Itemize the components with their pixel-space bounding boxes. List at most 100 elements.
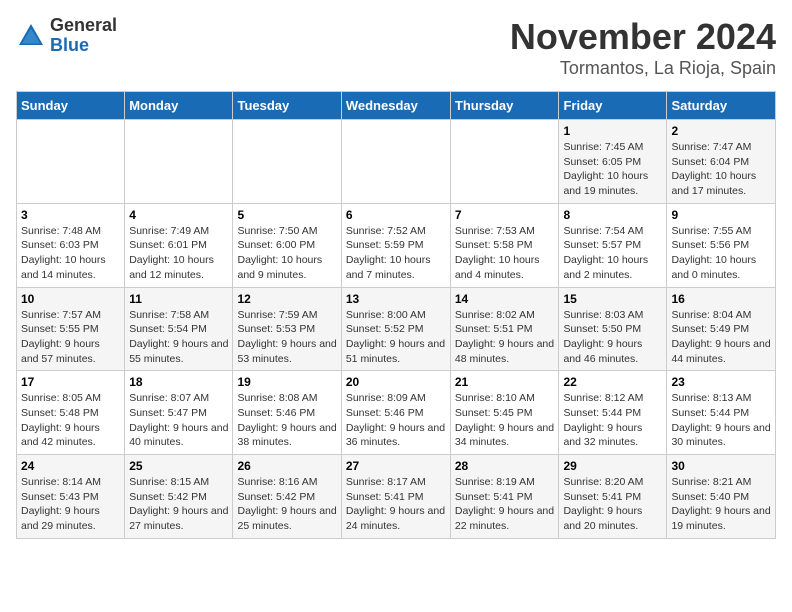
- calendar-cell: 11 Sunrise: 7:58 AM Sunset: 5:54 PM Dayli…: [125, 287, 233, 371]
- calendar-cell: 12 Sunrise: 7:59 AM Sunset: 5:53 PM Dayli…: [233, 287, 341, 371]
- day-info: Sunrise: 8:20 AM Sunset: 5:41 PM Dayligh…: [563, 475, 662, 534]
- calendar-cell: 4Sunrise: 7:49 AM Sunset: 6:01 PM Daylig…: [125, 203, 233, 287]
- calendar-cell: [17, 120, 125, 204]
- day-header-monday: Monday: [125, 92, 233, 120]
- day-info: Sunrise: 8:00 AM Sunset: 5:52 PM Dayligh…: [346, 308, 446, 367]
- day-info: Sunrise: 7:50 AM Sunset: 6:00 PM Dayligh…: [237, 224, 336, 283]
- calendar-cell: 8 Sunrise: 7:54 AM Sunset: 5:57 PM Daylig…: [559, 203, 667, 287]
- day-number: 3: [21, 208, 120, 222]
- calendar-cell: 13 Sunrise: 8:00 AM Sunset: 5:52 PM Dayli…: [341, 287, 450, 371]
- day-info: Sunrise: 7:55 AM Sunset: 5:56 PM Dayligh…: [671, 224, 771, 283]
- calendar-cell: 18 Sunrise: 8:07 AM Sunset: 5:47 PM Dayli…: [125, 371, 233, 455]
- day-number: 23: [671, 375, 771, 389]
- day-number: 11: [129, 292, 228, 306]
- calendar-cell: 7Sunrise: 7:53 AM Sunset: 5:58 PM Daylig…: [450, 203, 559, 287]
- day-number: 17: [21, 375, 120, 389]
- day-number: 24: [21, 459, 120, 473]
- day-number: 12: [237, 292, 336, 306]
- location-title: Tormantos, La Rioja, Spain: [510, 58, 776, 79]
- day-info: Sunrise: 8:09 AM Sunset: 5:46 PM Dayligh…: [346, 391, 446, 450]
- calendar-cell: 2Sunrise: 7:47 AM Sunset: 6:04 PM Daylig…: [667, 120, 776, 204]
- header: General Blue November 2024 Tormantos, La…: [16, 16, 776, 79]
- month-title: November 2024: [510, 16, 776, 58]
- calendar-cell: [233, 120, 341, 204]
- calendar-cell: 23 Sunrise: 8:13 AM Sunset: 5:44 PM Dayli…: [667, 371, 776, 455]
- day-header-friday: Friday: [559, 92, 667, 120]
- day-info: Sunrise: 8:12 AM Sunset: 5:44 PM Dayligh…: [563, 391, 662, 450]
- calendar-cell: [341, 120, 450, 204]
- calendar-cell: 10 Sunrise: 7:57 AM Sunset: 5:55 PM Dayli…: [17, 287, 125, 371]
- week-row-2: 3Sunrise: 7:48 AM Sunset: 6:03 PM Daylig…: [17, 203, 776, 287]
- day-number: 28: [455, 459, 555, 473]
- day-number: 13: [346, 292, 446, 306]
- day-number: 14: [455, 292, 555, 306]
- header-row: SundayMondayTuesdayWednesdayThursdayFrid…: [17, 92, 776, 120]
- day-info: Sunrise: 7:58 AM Sunset: 5:54 PM Dayligh…: [129, 308, 228, 367]
- day-info: Sunrise: 8:05 AM Sunset: 5:48 PM Dayligh…: [21, 391, 120, 450]
- calendar-cell: 28 Sunrise: 8:19 AM Sunset: 5:41 PM Dayli…: [450, 455, 559, 539]
- calendar-cell: 21 Sunrise: 8:10 AM Sunset: 5:45 PM Dayli…: [450, 371, 559, 455]
- calendar-table: SundayMondayTuesdayWednesdayThursdayFrid…: [16, 91, 776, 539]
- logo: General Blue: [16, 16, 117, 56]
- day-header-sunday: Sunday: [17, 92, 125, 120]
- day-info: Sunrise: 8:08 AM Sunset: 5:46 PM Dayligh…: [237, 391, 336, 450]
- day-number: 25: [129, 459, 228, 473]
- day-info: Sunrise: 8:14 AM Sunset: 5:43 PM Dayligh…: [21, 475, 120, 534]
- day-header-tuesday: Tuesday: [233, 92, 341, 120]
- day-number: 20: [346, 375, 446, 389]
- day-info: Sunrise: 8:03 AM Sunset: 5:50 PM Dayligh…: [563, 308, 662, 367]
- day-info: Sunrise: 8:10 AM Sunset: 5:45 PM Dayligh…: [455, 391, 555, 450]
- calendar-cell: 16Sunrise: 8:04 AM Sunset: 5:49 PM Dayli…: [667, 287, 776, 371]
- day-number: 21: [455, 375, 555, 389]
- calendar-cell: 30 Sunrise: 8:21 AM Sunset: 5:40 PM Dayli…: [667, 455, 776, 539]
- calendar-cell: 19Sunrise: 8:08 AM Sunset: 5:46 PM Dayli…: [233, 371, 341, 455]
- day-info: Sunrise: 8:02 AM Sunset: 5:51 PM Dayligh…: [455, 308, 555, 367]
- day-info: Sunrise: 7:54 AM Sunset: 5:57 PM Dayligh…: [563, 224, 662, 283]
- day-number: 2: [671, 124, 771, 138]
- day-info: Sunrise: 8:15 AM Sunset: 5:42 PM Dayligh…: [129, 475, 228, 534]
- calendar-cell: 3Sunrise: 7:48 AM Sunset: 6:03 PM Daylig…: [17, 203, 125, 287]
- week-row-3: 10 Sunrise: 7:57 AM Sunset: 5:55 PM Dayli…: [17, 287, 776, 371]
- day-number: 29: [563, 459, 662, 473]
- day-info: Sunrise: 7:59 AM Sunset: 5:53 PM Dayligh…: [237, 308, 336, 367]
- calendar-cell: 27 Sunrise: 8:17 AM Sunset: 5:41 PM Dayli…: [341, 455, 450, 539]
- calendar-cell: 29 Sunrise: 8:20 AM Sunset: 5:41 PM Dayli…: [559, 455, 667, 539]
- day-number: 1: [563, 124, 662, 138]
- calendar-cell: 25 Sunrise: 8:15 AM Sunset: 5:42 PM Dayli…: [125, 455, 233, 539]
- logo-icon: [16, 21, 46, 51]
- calendar-cell: [450, 120, 559, 204]
- day-info: Sunrise: 7:49 AM Sunset: 6:01 PM Dayligh…: [129, 224, 228, 283]
- calendar-cell: 14 Sunrise: 8:02 AM Sunset: 5:51 PM Dayli…: [450, 287, 559, 371]
- day-number: 30: [671, 459, 771, 473]
- calendar-cell: 24 Sunrise: 8:14 AM Sunset: 5:43 PM Dayli…: [17, 455, 125, 539]
- day-info: Sunrise: 7:52 AM Sunset: 5:59 PM Dayligh…: [346, 224, 446, 283]
- day-number: 18: [129, 375, 228, 389]
- day-info: Sunrise: 8:13 AM Sunset: 5:44 PM Dayligh…: [671, 391, 771, 450]
- day-number: 8: [563, 208, 662, 222]
- day-info: Sunrise: 8:07 AM Sunset: 5:47 PM Dayligh…: [129, 391, 228, 450]
- day-number: 15: [563, 292, 662, 306]
- day-info: Sunrise: 7:45 AM Sunset: 6:05 PM Dayligh…: [563, 140, 662, 199]
- day-info: Sunrise: 7:53 AM Sunset: 5:58 PM Dayligh…: [455, 224, 555, 283]
- day-info: Sunrise: 8:21 AM Sunset: 5:40 PM Dayligh…: [671, 475, 771, 534]
- day-number: 10: [21, 292, 120, 306]
- calendar-cell: [125, 120, 233, 204]
- day-number: 26: [237, 459, 336, 473]
- calendar-cell: 9 Sunrise: 7:55 AM Sunset: 5:56 PM Daylig…: [667, 203, 776, 287]
- day-number: 27: [346, 459, 446, 473]
- day-info: Sunrise: 8:16 AM Sunset: 5:42 PM Dayligh…: [237, 475, 336, 534]
- week-row-5: 24 Sunrise: 8:14 AM Sunset: 5:43 PM Dayli…: [17, 455, 776, 539]
- week-row-4: 17 Sunrise: 8:05 AM Sunset: 5:48 PM Dayli…: [17, 371, 776, 455]
- day-info: Sunrise: 7:57 AM Sunset: 5:55 PM Dayligh…: [21, 308, 120, 367]
- day-info: Sunrise: 8:04 AM Sunset: 5:49 PM Dayligh…: [671, 308, 771, 367]
- day-info: Sunrise: 8:17 AM Sunset: 5:41 PM Dayligh…: [346, 475, 446, 534]
- day-number: 9: [671, 208, 771, 222]
- week-row-1: 1 Sunrise: 7:45 AM Sunset: 6:05 PM Daylig…: [17, 120, 776, 204]
- day-info: Sunrise: 8:19 AM Sunset: 5:41 PM Dayligh…: [455, 475, 555, 534]
- day-header-saturday: Saturday: [667, 92, 776, 120]
- calendar-cell: 5 Sunrise: 7:50 AM Sunset: 6:00 PM Daylig…: [233, 203, 341, 287]
- day-number: 5: [237, 208, 336, 222]
- day-header-thursday: Thursday: [450, 92, 559, 120]
- day-number: 6: [346, 208, 446, 222]
- calendar-cell: 26 Sunrise: 8:16 AM Sunset: 5:42 PM Dayli…: [233, 455, 341, 539]
